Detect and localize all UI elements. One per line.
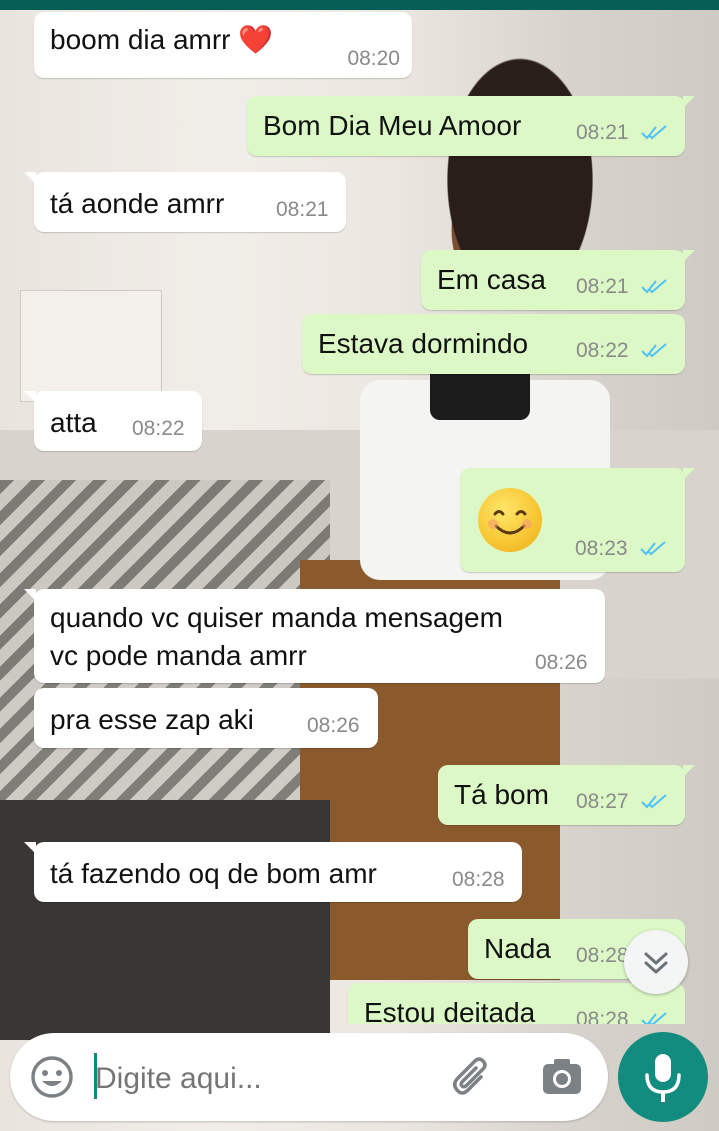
message-time: 08:21 [576,121,629,144]
read-ticks-icon [641,125,667,140]
message-time: 08:28 [576,1008,629,1025]
message-time: 08:22 [132,417,185,440]
message-text: Tá bom [454,779,549,810]
read-ticks-icon [641,343,667,358]
incoming-message[interactable]: tá aonde amrr 08:21 [24,172,346,232]
message-time: 08:27 [576,790,629,813]
read-ticks-icon [641,1012,667,1024]
message-time: 08:22 [576,339,629,362]
paperclip-icon[interactable] [448,1053,496,1101]
wallpaper-shape [20,290,162,402]
double-chevron-down-icon [644,952,668,974]
message-time: 08:21 [576,275,629,298]
microphone-icon [645,1054,681,1102]
message-text: tá aonde amrr [50,188,225,219]
incoming-message[interactable]: boom dia amrr ❤️ 08:20 [34,12,412,78]
message-text: atta [50,407,97,438]
scroll-to-bottom-button[interactable] [624,930,688,994]
incoming-message[interactable]: tá fazendo oq de bom amr 08:28 [24,842,522,902]
message-text-line: quando vc quiser manda mensagem [50,602,503,633]
outgoing-message[interactable]: 08:23 [460,468,695,572]
message-time: 08:21 [276,198,329,221]
message-time: 08:28 [576,944,629,967]
message-time: 08:28 [452,868,505,891]
message-time: 08:23 [575,537,628,560]
message-text: tá fazendo oq de bom amr [50,858,377,889]
read-ticks-icon [641,279,667,294]
emoji-icon[interactable] [28,1053,76,1101]
message-text-line: vc pode manda amrr [50,640,307,671]
outgoing-message[interactable]: Em casa 08:21 [421,250,695,310]
message-text: Estava dormindo [318,328,529,359]
smiling-face-emoji [478,488,542,552]
message-text: Nada [484,933,551,964]
message-input[interactable] [95,1057,425,1101]
message-time: 08:20 [347,47,400,70]
read-ticks-icon [641,794,667,809]
incoming-message[interactable]: pra esse zap aki 08:26 [34,688,378,748]
header-bar [0,0,719,10]
message-text: pra esse zap aki [50,704,254,735]
message-viewport-clip: Estou deitada 08:28 [0,980,719,1024]
message-time: 08:26 [307,714,360,737]
microphone-button[interactable] [618,1032,708,1122]
outgoing-message[interactable]: Tá bom 08:27 [438,765,695,825]
camera-icon[interactable] [538,1053,586,1101]
message-time: 08:26 [535,651,588,674]
message-text: Em casa [437,264,546,295]
outgoing-message[interactable]: Bom Dia Meu Amoor 08:21 [247,96,695,156]
message-text: boom dia amrr ❤️ [50,24,274,55]
incoming-message[interactable]: quando vc quiser manda mensagem vc pode … [24,589,605,683]
outgoing-message[interactable]: Estava dormindo 08:22 [302,314,685,374]
incoming-message[interactable]: atta 08:22 [24,391,202,451]
read-ticks-icon [640,541,666,556]
message-text: Estou deitada [364,997,536,1024]
message-text: Bom Dia Meu Amoor [263,110,522,141]
